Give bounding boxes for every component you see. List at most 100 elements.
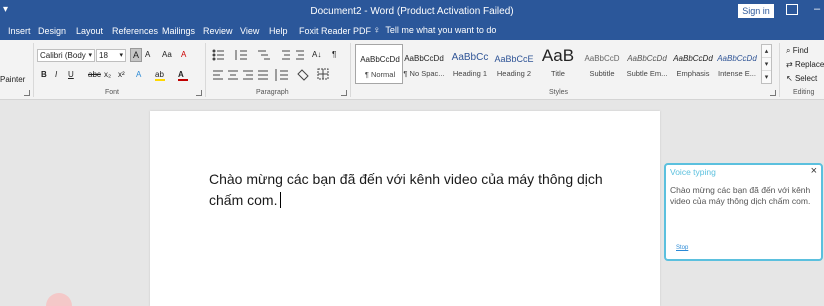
- format-painter-button[interactable]: Painter: [0, 74, 25, 86]
- style-sample: AaBbCcD: [584, 54, 620, 63]
- gallery-more-icon[interactable]: ▾: [762, 71, 771, 84]
- tab-view[interactable]: View: [240, 26, 259, 36]
- text-cursor: [280, 192, 282, 208]
- style-sample: AaBbCc: [451, 52, 489, 63]
- style-normal[interactable]: AaBbCcDd ¶ Normal: [355, 44, 403, 84]
- style-sample: AaBbCcDd: [404, 54, 444, 63]
- change-case-button[interactable]: Aa: [162, 49, 172, 61]
- ribbon: Painter Calibri (Body ▾ 18 ▾ A A Aa A B I …: [0, 40, 824, 100]
- document-page[interactable]: Chào mừng các bạn đã đến với kênh video …: [150, 111, 660, 306]
- sign-in-button[interactable]: Sign in: [738, 4, 774, 18]
- bullets-icon: [212, 49, 224, 61]
- replace-icon: ⇄: [786, 60, 793, 69]
- bold-button[interactable]: B: [41, 69, 47, 81]
- highlight-button[interactable]: ab: [155, 69, 165, 81]
- find-button[interactable]: ⌕ Find: [786, 45, 808, 57]
- style-heading-1[interactable]: AaBbCc Heading 1: [446, 44, 494, 84]
- clear-formatting-button[interactable]: A: [181, 49, 186, 61]
- decorative-circle: [46, 293, 72, 306]
- text-effects-button[interactable]: A: [136, 69, 141, 81]
- chevron-up-icon[interactable]: ▴: [762, 45, 771, 58]
- minimize-button[interactable]: –: [814, 3, 820, 15]
- voice-typing-transcript: Chào mừng các bạn đã đến với kênh video …: [670, 185, 811, 206]
- replace-label: Replace: [794, 60, 824, 69]
- align-center-icon: [228, 70, 238, 80]
- sort-button[interactable]: A↓: [312, 49, 321, 61]
- group-divider: [33, 43, 34, 97]
- line-spacing-icon: [275, 69, 288, 81]
- font-size-select[interactable]: 18 ▾: [96, 49, 126, 62]
- tab-foxit-reader-pdf[interactable]: Foxit Reader PDF: [299, 26, 371, 36]
- style-sample: AaBbCcE: [494, 54, 534, 64]
- shrink-font-button[interactable]: A: [145, 49, 150, 61]
- style-name: Emphasis: [676, 69, 710, 78]
- font-dialog-launcher-icon[interactable]: [196, 90, 202, 96]
- style-no-spacing[interactable]: AaBbCcDd ¶ No Spac...: [400, 44, 448, 84]
- font-color-button[interactable]: A: [178, 69, 188, 81]
- chevron-down-icon: ▾: [88, 52, 92, 59]
- font-color-swatch: [178, 79, 188, 81]
- voice-typing-panel: Voice typing × Chào mừng các bạn đã đến …: [664, 163, 823, 261]
- shading-icon: [297, 69, 309, 81]
- highlight-color-swatch: [155, 79, 165, 81]
- styles-gallery-scroll[interactable]: ▴ ▾ ▾: [761, 44, 772, 84]
- multilevel-list-icon: [258, 50, 270, 60]
- title-bar: ▾ Document2 - Word (Product Activation F…: [0, 0, 824, 22]
- strikethrough-button[interactable]: abc: [88, 69, 101, 81]
- replace-button[interactable]: ⇄ Replace: [786, 59, 824, 71]
- paragraph-dialog-launcher-icon[interactable]: [341, 90, 347, 96]
- style-title[interactable]: AaB Title: [534, 44, 582, 84]
- style-subtle-emphasis[interactable]: AaBbCcDd Subtle Em...: [623, 44, 671, 84]
- voice-typing-link[interactable]: Stop: [676, 245, 688, 251]
- tab-insert[interactable]: Insert: [8, 26, 31, 36]
- italic-button[interactable]: I: [55, 69, 57, 81]
- tab-layout[interactable]: Layout: [76, 26, 103, 36]
- ribbon-display-options-icon[interactable]: [786, 4, 798, 15]
- tab-help[interactable]: Help: [269, 26, 288, 36]
- find-label: Find: [792, 46, 809, 55]
- window-title: Document2 - Word (Product Activation Fai…: [310, 6, 514, 17]
- group-divider: [205, 43, 206, 97]
- style-sample: AaBbCcDd: [360, 55, 400, 64]
- group-divider: [350, 43, 351, 97]
- select-button[interactable]: ↖ Select: [786, 73, 817, 85]
- chevron-down-icon[interactable]: ▾: [762, 58, 771, 71]
- font-color-label: A: [178, 70, 184, 79]
- chevron-down-icon: ▾: [119, 52, 123, 59]
- document-line-text: chấm com.: [209, 192, 278, 208]
- align-left-icon: [213, 70, 223, 80]
- show-formatting-marks-button[interactable]: ¶: [332, 49, 336, 61]
- clipboard-dialog-launcher-icon[interactable]: [24, 90, 30, 96]
- style-sample: AaB: [541, 46, 575, 65]
- style-subtitle[interactable]: AaBbCcD Subtitle: [578, 44, 626, 84]
- style-name: Heading 1: [452, 69, 488, 78]
- font-group-label: Font: [105, 89, 120, 96]
- tell-me-search[interactable]: ♀ Tell me what you want to do: [373, 25, 496, 36]
- superscript-button[interactable]: x²: [118, 69, 125, 81]
- subscript-button[interactable]: x₂: [104, 69, 111, 81]
- font-family-select[interactable]: Calibri (Body ▾: [37, 49, 95, 62]
- tab-review[interactable]: Review: [203, 26, 233, 36]
- editing-group-label: Editing: [793, 89, 815, 96]
- style-heading-2[interactable]: AaBbCcE Heading 2: [490, 44, 538, 84]
- tab-mailings[interactable]: Mailings: [162, 26, 195, 36]
- close-icon[interactable]: ×: [811, 165, 817, 177]
- tell-me-text: Tell me what you want to do: [385, 25, 497, 35]
- style-intense-emphasis[interactable]: AaBbCcDd Intense E...: [713, 44, 761, 84]
- paragraph-controls: [212, 49, 329, 81]
- ribbon-tab-bar: Insert Design Layout References Mailings…: [0, 22, 824, 40]
- paragraph-group-label: Paragraph: [256, 89, 289, 96]
- underline-button[interactable]: U: [68, 69, 74, 81]
- grow-font-button[interactable]: A: [130, 48, 142, 62]
- document-line-last: chấm com.: [209, 190, 629, 211]
- font-size-value: 18: [99, 51, 108, 60]
- styles-dialog-launcher-icon[interactable]: [770, 90, 776, 96]
- style-name: ¶ No Spac...: [403, 69, 445, 78]
- style-name: Heading 2: [496, 69, 532, 78]
- lightbulb-icon: ♀: [373, 25, 381, 36]
- document-body[interactable]: Chào mừng các bạn đã đến với kênh video …: [209, 169, 629, 211]
- style-emphasis[interactable]: AaBbCcDd Emphasis: [669, 44, 717, 84]
- tab-design[interactable]: Design: [38, 26, 66, 36]
- tab-references[interactable]: References: [112, 26, 158, 36]
- group-divider: [779, 43, 780, 97]
